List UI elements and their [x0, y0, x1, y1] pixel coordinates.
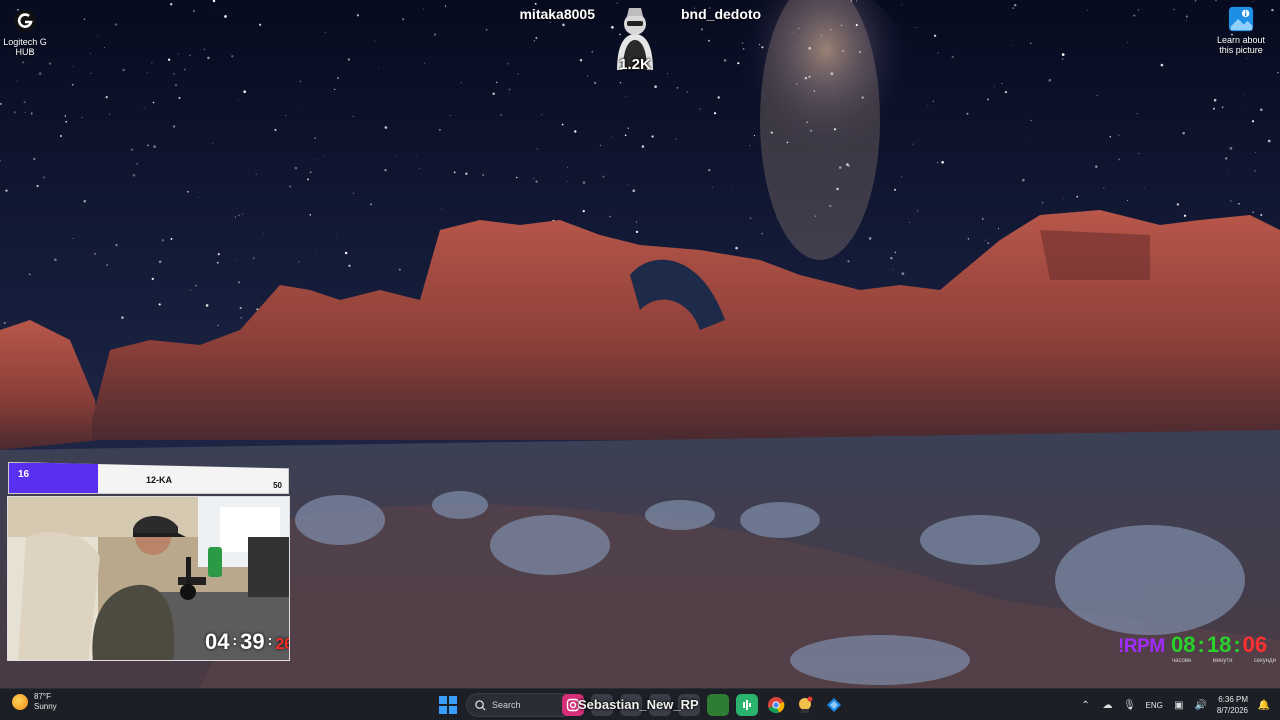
taskbar: 87°F Sunny Search Sebastian_New_RP ⌃ ☁ 🎙… — [0, 688, 1280, 720]
volume-icon[interactable]: 🔊 — [1195, 699, 1207, 711]
taskbar-time: 6:36 PM — [1218, 695, 1248, 704]
start-button[interactable] — [439, 696, 457, 714]
latest-subscriber-block: bnd_dedoto — [681, 6, 771, 22]
chevron-up-icon[interactable]: ⌃ — [1080, 699, 1092, 711]
stream-clock: !RPM 08:18:06 — [1118, 632, 1268, 657]
search-placeholder: Search — [492, 700, 521, 710]
chrome-icon[interactable] — [765, 694, 787, 716]
clock-label-minutes: минути — [1212, 658, 1233, 664]
weather-condition: Sunny — [34, 702, 57, 711]
stream-counter: 1.2K — [619, 56, 651, 73]
weather-sun-icon — [12, 694, 28, 710]
streaming-app-icon[interactable] — [794, 694, 816, 716]
clock-label-hours: часове — [1172, 658, 1192, 664]
weather-widget[interactable]: 87°F Sunny — [12, 692, 57, 712]
webcam-timer: 04:39:26 — [205, 629, 289, 655]
logitech-g-icon — [12, 8, 38, 34]
latest-follower-block: mitaka8005 — [519, 6, 595, 22]
webcam-feed: 04:39:26 — [7, 496, 290, 661]
dev-app-icon[interactable] — [823, 694, 845, 716]
onedrive-icon[interactable]: ☁ — [1102, 699, 1114, 711]
weather-temp: 87°F — [34, 692, 51, 701]
app-icon[interactable] — [707, 694, 729, 716]
timer-hours: 04 — [205, 629, 230, 654]
search-icon — [475, 699, 486, 711]
clock-seconds: 06 — [1242, 632, 1268, 657]
latest-subscriber-name: bnd_dedoto — [681, 6, 762, 22]
clock-minutes: 18 — [1206, 632, 1232, 657]
audio-app-icon[interactable] — [736, 694, 758, 716]
desktop-icon-learn-about-picture[interactable]: Learn about this picture — [1209, 6, 1273, 55]
desktop-icon-label: Logitech G HUB — [3, 37, 47, 57]
clock-labels: часове минути секунди — [1172, 658, 1276, 664]
system-tray: ⌃ ☁ 🎙 ENG ▣ 🔊 6:36 PM 8/7/2026 🔔 — [1080, 689, 1280, 720]
timer-minutes: 39 — [240, 629, 265, 654]
desktop-icon-label: Learn about this picture — [1216, 35, 1266, 55]
goal-target-value: 50 — [273, 481, 282, 490]
taskbar-date: 8/7/2026 — [1216, 706, 1248, 715]
info-picture-icon — [1228, 6, 1254, 32]
microphone-icon[interactable]: 🎙 — [1123, 699, 1136, 711]
stream-channel-name: Sebastian_New_RP — [578, 697, 699, 712]
timer-seconds: 26 — [275, 636, 289, 653]
notification-bell-icon[interactable]: 🔔 — [1258, 699, 1270, 711]
goal-title: 12-KA — [146, 475, 173, 485]
network-icon[interactable]: ▣ — [1173, 699, 1185, 711]
clock-label-seconds: секунди — [1253, 658, 1276, 664]
taskbar-clock[interactable]: 6:36 PM 8/7/2026 — [1217, 694, 1248, 716]
clock-prefix: !RPM — [1118, 636, 1165, 657]
clock-hours: 08 — [1171, 632, 1196, 657]
goal-current-value: 16 — [18, 469, 30, 480]
stream-avatar: 1.2K — [603, 4, 667, 74]
latest-follower-name: mitaka8005 — [519, 6, 595, 22]
taskbar-search[interactable]: Search — [466, 693, 574, 717]
desktop-icon-logitech-g-hub[interactable]: Logitech G HUB — [0, 8, 57, 57]
language-indicator[interactable]: ENG — [1146, 701, 1163, 710]
